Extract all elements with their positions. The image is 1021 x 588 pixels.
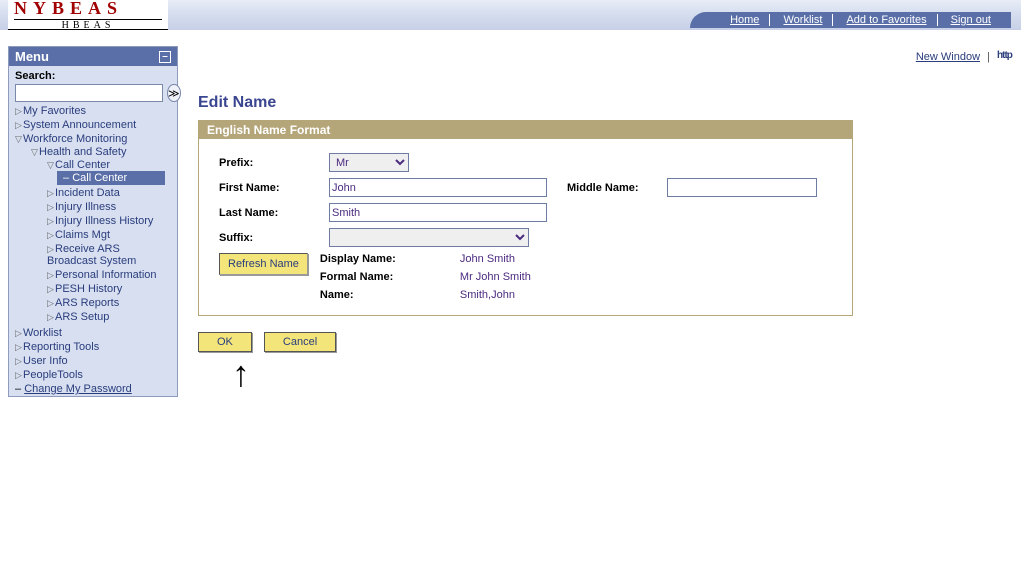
dash-icon: – xyxy=(63,172,72,184)
suffix-select[interactable] xyxy=(329,228,529,247)
sidebar-item-favorites[interactable]: ▷My Favorites xyxy=(9,104,177,118)
nav-favorites[interactable]: Add to Favorites xyxy=(836,14,937,26)
search-section: Search: ≫ xyxy=(9,66,177,104)
name-panel: English Name Format Prefix: Mr First Nam… xyxy=(198,120,853,316)
triangle-right-icon: ▷ xyxy=(47,202,55,213)
displayname-label: Display Name: xyxy=(320,253,440,265)
sidebar-item-peopletools[interactable]: ▷PeopleTools xyxy=(9,368,177,382)
suffix-label: Suffix: xyxy=(219,232,329,244)
formalname-label: Formal Name: xyxy=(320,271,440,283)
formalname-value: Mr John Smith xyxy=(460,271,531,283)
sidebar-item-reporting[interactable]: ▷Reporting Tools xyxy=(9,340,177,354)
cancel-button[interactable]: Cancel xyxy=(264,332,336,352)
search-input[interactable] xyxy=(15,84,163,102)
dash-icon: – xyxy=(15,383,24,395)
sidebar-item-personal[interactable]: ▷Personal Information xyxy=(41,268,169,282)
menu-title: Menu xyxy=(15,49,49,64)
triangle-down-icon: ▽ xyxy=(47,160,55,171)
logo: NYBEAS HBEAS xyxy=(8,0,168,30)
help-icon[interactable]: http xyxy=(997,50,1011,64)
triangle-right-icon: ▷ xyxy=(15,328,23,339)
triangle-right-icon: ▷ xyxy=(47,298,55,309)
triangle-right-icon: ▷ xyxy=(15,356,23,367)
search-go-icon[interactable]: ≫ xyxy=(167,84,181,102)
prefix-select[interactable]: Mr xyxy=(329,153,409,172)
sidebar-item-announcement[interactable]: ▷System Announcement xyxy=(9,118,177,132)
triangle-right-icon: ▷ xyxy=(15,342,23,353)
firstname-label: First Name: xyxy=(219,182,329,194)
triangle-right-icon: ▷ xyxy=(47,270,55,281)
sidebar-item-callcenter-parent[interactable]: ▽Call Center – Call Center xyxy=(41,158,169,186)
sidebar-item-userinfo[interactable]: ▷User Info xyxy=(9,354,177,368)
sidebar-item-arssetup[interactable]: ▷ARS Setup xyxy=(41,310,169,324)
minimize-icon[interactable]: – xyxy=(159,51,171,63)
triangle-right-icon: ▷ xyxy=(15,370,23,381)
nav-worklist[interactable]: Worklist xyxy=(773,14,833,26)
utility-row: New Window | http xyxy=(198,50,1011,64)
sidebar-item-pesh[interactable]: ▷PESH History xyxy=(41,282,169,296)
logo-sub: HBEAS xyxy=(14,19,162,31)
arrow-up-icon: ↑ xyxy=(232,365,250,383)
search-label: Search: xyxy=(15,70,55,82)
ok-button[interactable]: OK xyxy=(198,332,252,352)
sidebar-item-changepw[interactable]: – Change My Password xyxy=(9,382,177,396)
prefix-label: Prefix: xyxy=(219,157,329,169)
triangle-right-icon: ▷ xyxy=(47,188,55,199)
lastname-input[interactable] xyxy=(329,203,547,222)
firstname-input[interactable] xyxy=(329,178,547,197)
top-bar: NYBEAS HBEAS Home Worklist Add to Favori… xyxy=(0,0,1021,30)
nav-signout[interactable]: Sign out xyxy=(941,14,1001,26)
nav-home[interactable]: Home xyxy=(720,14,770,26)
refresh-name-button[interactable]: Refresh Name xyxy=(219,253,308,275)
sidebar-item-ars[interactable]: ▷Receive ARS Broadcast System xyxy=(41,242,169,268)
name-value: Smith,John xyxy=(460,289,531,301)
displayname-value: John Smith xyxy=(460,253,531,265)
top-nav: Home Worklist Add to Favorites Sign out xyxy=(690,12,1011,28)
name-label: Name: xyxy=(320,289,440,301)
content-area: New Window | http Edit Name English Name… xyxy=(198,50,1011,352)
sidebar-item-callcenter[interactable]: – Call Center xyxy=(57,171,165,185)
triangle-down-icon: ▽ xyxy=(15,134,23,145)
sidebar: Menu – Search: ≫ ▷My Favorites ▷System A… xyxy=(8,46,178,397)
sidebar-item-injury[interactable]: ▷Injury Illness xyxy=(41,200,169,214)
sidebar-item-workforce[interactable]: ▽Workforce Monitoring ▽Health and Safety… xyxy=(9,132,177,326)
menu-header: Menu – xyxy=(9,47,177,66)
sidebar-item-health[interactable]: ▽Health and Safety ▽Call Center – Call C… xyxy=(25,145,173,325)
middlename-input[interactable] xyxy=(667,178,817,197)
nav-tree: ▷My Favorites ▷System Announcement ▽Work… xyxy=(9,104,177,396)
triangle-right-icon: ▷ xyxy=(47,230,55,241)
triangle-right-icon: ▷ xyxy=(15,120,23,131)
sidebar-item-incident[interactable]: ▷Incident Data xyxy=(41,186,169,200)
separator: | xyxy=(983,51,994,63)
page-title: Edit Name xyxy=(198,94,1011,112)
sidebar-item-worklist[interactable]: ▷Worklist xyxy=(9,326,177,340)
triangle-right-icon: ▷ xyxy=(47,284,55,295)
new-window-link[interactable]: New Window xyxy=(916,51,980,63)
panel-header: English Name Format xyxy=(199,121,852,139)
triangle-right-icon: ▷ xyxy=(47,216,55,227)
sidebar-item-injuryhist[interactable]: ▷Injury Illness History xyxy=(41,214,169,228)
sidebar-item-claims[interactable]: ▷Claims Mgt xyxy=(41,228,169,242)
middlename-label: Middle Name: xyxy=(567,182,667,194)
triangle-right-icon: ▷ xyxy=(15,106,23,117)
triangle-down-icon: ▽ xyxy=(31,147,39,158)
logo-main: NYBEAS xyxy=(14,0,162,17)
sidebar-item-arsreports[interactable]: ▷ARS Reports xyxy=(41,296,169,310)
lastname-label: Last Name: xyxy=(219,207,329,219)
triangle-right-icon: ▷ xyxy=(47,244,55,255)
triangle-right-icon: ▷ xyxy=(47,312,55,323)
